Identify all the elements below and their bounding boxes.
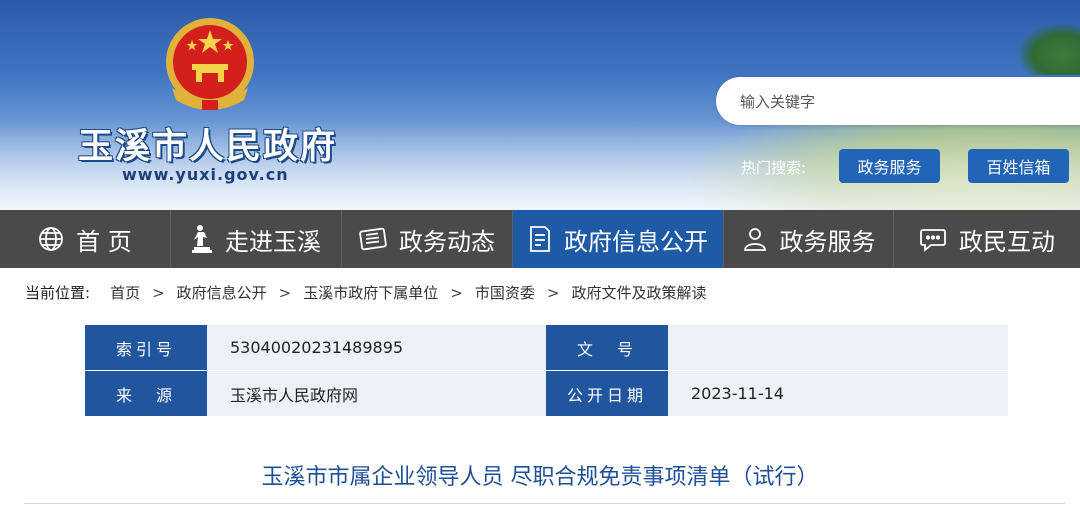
site-url[interactable]: www.yuxi.gov.cn [122,165,289,184]
publish-date-value: 2023-11-14 [668,371,1008,416]
banner-island [1020,25,1080,75]
breadcrumb-link-policy-docs[interactable]: 政府文件及政策解读 [571,282,706,303]
index-number-value: 53040020231489895 [207,325,546,370]
header-banner: 玉溪市人民政府 www.yuxi.gov.cn 热门搜索: 政务服务 百姓信箱 [0,0,1080,210]
article-title: 玉溪市市属企业领导人员 尽职合规免责事项清单（试行） [261,465,819,490]
breadcrumb-separator: > [278,283,292,302]
breadcrumb-link-home[interactable]: 首页 [110,282,140,303]
globe-icon [39,227,64,251]
publish-date-label: 公开日期 [546,371,668,416]
chat-icon [920,229,946,252]
nav-label: 走进玉溪 [225,227,321,256]
nav-label: 政务动态 [399,227,495,256]
nav-label: 政务服务 [779,227,876,256]
breadcrumb-link-sasac[interactable]: 市国资委 [475,282,535,303]
info-row: 索引号 53040020231489895 文 号 [85,325,1008,370]
main-nav: 首 页 走进玉溪 政务动态 政府信息公开 政务服务 政民互动 [0,210,1080,268]
nav-item-news[interactable]: 政务动态 [342,210,513,268]
document-number-value [668,325,1008,370]
newspaper-icon [359,227,387,251]
nav-label: 政民互动 [959,227,1055,256]
breadcrumb-link-subordinate-units[interactable]: 玉溪市政府下属单位 [303,282,438,303]
title-divider [24,503,1065,504]
source-value: 玉溪市人民政府网 [207,371,546,416]
nav-item-about[interactable]: 走进玉溪 [171,210,342,268]
nav-item-interaction[interactable]: 政民互动 [894,210,1080,268]
breadcrumb-current-label: 当前位置: [25,284,91,302]
info-row: 来 源 玉溪市人民政府网 公开日期 2023-11-14 [85,371,1008,416]
statue-icon [192,225,212,253]
breadcrumb-separator: > [450,283,463,302]
user-icon [743,228,766,251]
site-name[interactable]: 玉溪市人民政府 [78,118,337,169]
breadcrumb-separator: > [152,283,165,302]
hot-search-label: 热门搜索: [741,159,807,177]
hot-link-mailbox-button[interactable]: 百姓信箱 [968,149,1069,183]
document-info-table: 索引号 53040020231489895 文 号 来 源 玉溪市人民政府网 公… [85,325,1008,417]
nav-label: 首 页 [76,227,132,256]
search-box[interactable] [716,77,1080,125]
document-icon [530,226,550,252]
search-input[interactable] [738,89,1042,115]
source-label: 来 源 [85,371,207,416]
hot-link-gov-service-button[interactable]: 政务服务 [839,149,940,183]
nav-label: 政府信息公开 [564,227,708,256]
nav-item-info-disclosure[interactable]: 政府信息公开 [513,210,724,268]
breadcrumb-link-info-disclosure[interactable]: 政府信息公开 [177,282,267,303]
document-number-label: 文 号 [546,325,668,370]
nav-item-home[interactable]: 首 页 [0,210,171,268]
breadcrumb-separator: > [546,283,560,302]
breadcrumb: 当前位置: 首页 > 政府信息公开 > 玉溪市政府下属单位 > 市国资委 > 政… [25,282,706,303]
index-number-label: 索引号 [85,325,207,370]
nav-item-gov-service[interactable]: 政务服务 [724,210,894,268]
national-emblem-icon[interactable] [162,16,258,116]
